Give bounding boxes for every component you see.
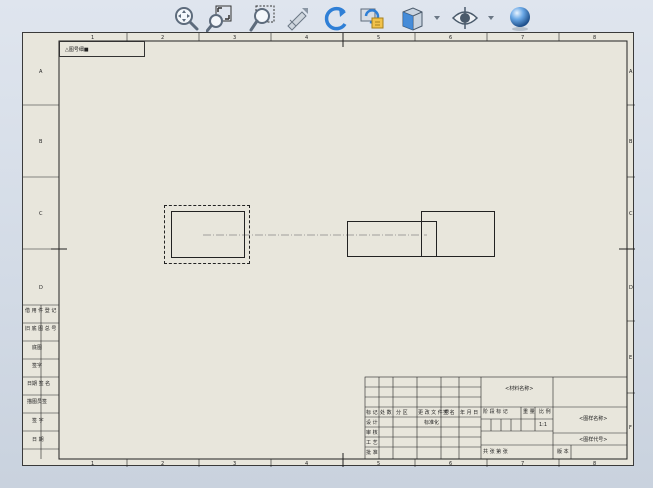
scale-label: 比 例 <box>539 409 551 415</box>
view-orientation-dropdown-icon[interactable] <box>433 14 441 22</box>
svg-text:E: E <box>629 355 632 361</box>
svg-text:3: 3 <box>233 35 236 41</box>
left-panel-label: 日 期 <box>32 437 44 443</box>
svg-text:A: A <box>39 69 43 75</box>
svg-text:6: 6 <box>449 461 452 467</box>
svg-text:8: 8 <box>593 461 596 467</box>
corner-label-box: △图号细■ <box>59 41 145 57</box>
rev-header: 年 月 日 <box>460 410 479 416</box>
side-view-lower[interactable] <box>347 221 437 257</box>
sheet-count: 共 张 第 张 <box>483 449 508 455</box>
drawing-name: <图样名称> <box>579 416 608 422</box>
appearance-icon[interactable] <box>506 4 534 32</box>
svg-text:B: B <box>39 139 43 145</box>
svg-text:6: 6 <box>449 35 452 41</box>
left-panel-label: 旧 底 图 总 号 <box>25 326 57 332</box>
row-label: 工 艺 <box>366 440 378 446</box>
selected-view-frame[interactable] <box>164 205 250 264</box>
svg-text:C: C <box>39 211 43 217</box>
redraw-icon[interactable] <box>358 4 386 32</box>
svg-text:A: A <box>629 69 633 75</box>
rev-header: 标 记 <box>366 410 378 416</box>
svg-text:4: 4 <box>305 35 308 41</box>
svg-text:8: 8 <box>593 35 596 41</box>
zoom-to-area-icon[interactable] <box>206 4 234 32</box>
left-panel-label: 日期 签 名 <box>27 381 51 387</box>
pan-icon[interactable] <box>284 4 312 32</box>
left-panel-label: 底图 <box>32 345 43 351</box>
row-label: 批 准 <box>366 450 378 456</box>
version-label: 版 本 <box>557 449 569 455</box>
left-panel-label: 签字 <box>32 363 43 369</box>
row-label: 设 计 <box>366 420 378 426</box>
drawing-number: <图样代号> <box>579 437 608 443</box>
svg-text:5: 5 <box>377 35 380 41</box>
rev-header: 分 区 <box>396 410 408 416</box>
svg-text:3: 3 <box>233 461 236 467</box>
svg-text:5: 5 <box>377 461 380 467</box>
drawing-sheet[interactable]: 123 456 78 123 456 78 ABCD ABC DEF △图号细■… <box>22 32 635 467</box>
svg-text:F: F <box>629 425 632 431</box>
left-panel-label: 借 用 件 登 记 <box>25 308 57 314</box>
svg-text:7: 7 <box>521 35 524 41</box>
rotate-icon[interactable] <box>322 4 350 32</box>
front-view[interactable] <box>171 211 245 258</box>
scale-value: 1:1 <box>539 422 548 428</box>
hide-show-icon[interactable] <box>451 4 479 32</box>
weight-label: 重 量 <box>523 409 535 415</box>
view-toolbar <box>0 0 653 34</box>
rev-header: 签 名 <box>443 410 455 416</box>
hide-show-dropdown-icon[interactable] <box>487 14 495 22</box>
sheet-frame: 123 456 78 123 456 78 ABCD ABC DEF <box>23 33 635 467</box>
svg-text:D: D <box>629 285 633 291</box>
svg-text:1: 1 <box>91 461 94 467</box>
standardization-label: 标准化 <box>424 420 440 426</box>
svg-text:B: B <box>629 139 633 145</box>
row-label: 审 核 <box>366 430 378 436</box>
title-company: <材料名称> <box>505 386 534 392</box>
svg-text:7: 7 <box>521 461 524 467</box>
svg-text:2: 2 <box>161 35 164 41</box>
rev-header: 处 数 <box>380 410 392 416</box>
zoom-to-fit-icon[interactable] <box>172 4 200 32</box>
left-panel-label: 描图员签 <box>27 399 48 405</box>
svg-text:2: 2 <box>161 461 164 467</box>
svg-text:4: 4 <box>305 461 308 467</box>
stage-label: 阶 段 标 记 <box>483 409 508 415</box>
zoom-in-out-icon[interactable] <box>248 4 276 32</box>
corner-label: △图号细■ <box>65 46 89 53</box>
svg-text:C: C <box>629 211 633 217</box>
view-orientation-icon[interactable] <box>398 4 426 32</box>
left-panel-label: 签 字 <box>32 418 44 424</box>
svg-text:D: D <box>39 285 43 291</box>
